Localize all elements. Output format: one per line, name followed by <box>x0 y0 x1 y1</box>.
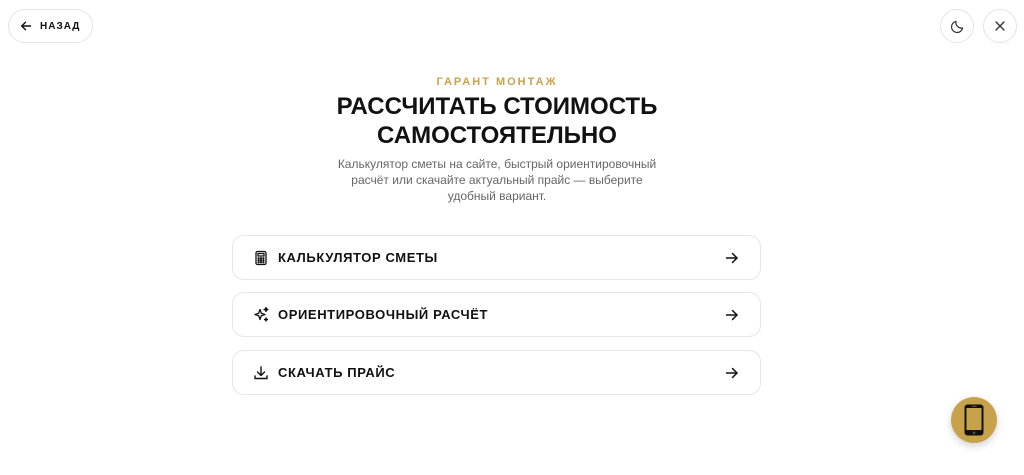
subtitle-line-1: Калькулятор сметы на сайте, быстрый орие… <box>337 157 657 171</box>
calculator-icon <box>252 249 270 267</box>
page-subtitle: Калькулятор сметы на сайте, быстрый орие… <box>0 156 994 204</box>
arrow-right-icon <box>724 307 740 323</box>
back-button[interactable]: НАЗАД <box>8 9 94 43</box>
option-estimate-label: ОРИЕНТИРОВОЧНЫЙ РАСЧЁТ <box>278 307 489 322</box>
page: НАЗАД ГАРАНТ МОНТАЖ РАССЧИТАТЬ СТОИМОСТЬ… <box>0 0 1024 475</box>
close-icon <box>994 20 1006 32</box>
subtitle-line-3: удобный вариант. <box>447 189 547 203</box>
subtitle-line-2: расчёт или скачайте актуальный прайс — в… <box>351 173 643 187</box>
close-button[interactable] <box>983 9 1017 43</box>
page-title: РАССЧИТАТЬ СТОИМОСТЬ САМОСТОЯТЕЛЬНО <box>0 92 994 150</box>
theme-toggle-button[interactable] <box>940 9 974 43</box>
option-calculator-label: КАЛЬКУЛЯТОР СМЕТЫ <box>278 250 438 265</box>
option-calculator-button[interactable]: КАЛЬКУЛЯТОР СМЕТЫ <box>232 235 761 280</box>
download-icon <box>252 364 270 382</box>
page-title-line-2: САМОСТОЯТЕЛЬНО <box>377 122 617 149</box>
arrow-right-icon <box>724 250 740 266</box>
moon-icon <box>950 19 965 34</box>
brand-eyebrow: ГАРАНТ МОНТАЖ <box>436 76 558 88</box>
option-download-label: СКАЧАТЬ ПРАЙС <box>278 365 396 380</box>
sparkles-icon <box>252 306 270 324</box>
option-download-button[interactable]: СКАЧАТЬ ПРАЙС <box>232 350 761 395</box>
page-title-line-1: РАССЧИТАТЬ СТОИМОСТЬ <box>336 93 658 120</box>
option-estimate-button[interactable]: ОРИЕНТИРОВОЧНЫЙ РАСЧЁТ <box>232 292 761 337</box>
arrow-right-icon <box>724 365 740 381</box>
smartphone-icon <box>963 403 985 437</box>
arrow-left-icon <box>20 20 32 32</box>
phone-call-button[interactable] <box>951 397 997 443</box>
back-button-label: НАЗАД <box>40 20 81 32</box>
